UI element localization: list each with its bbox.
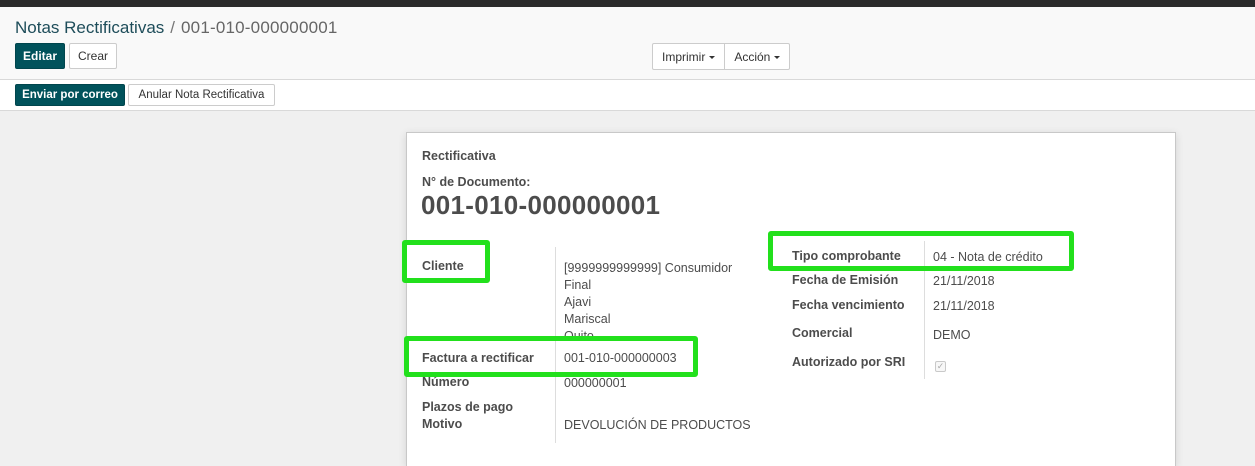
breadcrumb-separator: / [170, 18, 176, 37]
tipo-comprobante-value: 04 - Nota de crédito [933, 250, 1043, 264]
edit-button[interactable]: Editar [15, 43, 65, 69]
caret-down-icon [774, 56, 781, 59]
right-group-divider [924, 241, 925, 379]
comercial-label: Comercial [792, 326, 853, 340]
plazos-label: Plazos de pago [422, 400, 513, 414]
breadcrumb: Notas Rectificativas / 001-010-000000001 [15, 18, 338, 38]
factura-label: Factura a rectificar [422, 351, 534, 365]
print-dropdown[interactable]: Imprimir [653, 44, 724, 69]
send-email-button[interactable]: Enviar por correo [15, 84, 125, 106]
fecha-emision-value: 21/11/2018 [933, 274, 995, 288]
factura-value[interactable]: 001-010-000000003 [564, 351, 677, 365]
create-button[interactable]: Crear [69, 43, 117, 69]
autorizado-sri-checkbox: ✓ [935, 361, 946, 372]
motivo-label: Motivo [422, 417, 463, 431]
control-panel: Notas Rectificativas / 001-010-000000001 E… [0, 7, 1255, 80]
cliente-field: [9999999999999] Consumidor Final Ajavi M… [564, 260, 774, 338]
cliente-line: Quito [564, 329, 594, 338]
action-dropdown[interactable]: Acción [724, 44, 789, 69]
action-dropdown-label: Acción [734, 49, 771, 64]
fecha-vencimiento-label: Fecha vencimiento [792, 298, 905, 312]
cliente-address: [9999999999999] Consumidor Final Ajavi M… [564, 260, 732, 338]
cliente-line[interactable]: [9999999999999] Consumidor [564, 260, 732, 277]
print-dropdown-label: Imprimir [662, 49, 706, 64]
comercial-value[interactable]: DEMO [933, 328, 971, 342]
numero-value: 000000001 [564, 376, 627, 390]
cliente-label: Cliente [422, 259, 464, 273]
form-statusbar: Enviar por correo Anular Nota Rectificat… [0, 80, 1255, 111]
fecha-vencimiento-value: 21/11/2018 [933, 299, 995, 313]
print-action-group: Imprimir Acción [652, 43, 791, 70]
check-icon: ✓ [936, 361, 945, 371]
document-number: 001-010-000000001 [421, 190, 661, 220]
cancel-note-button[interactable]: Anular Nota Rectificativa [128, 84, 275, 106]
cliente-line: Ajavi [564, 295, 592, 309]
motivo-value: DEVOLUCIÓN DE PRODUCTOS [564, 418, 751, 432]
numero-label: Número [422, 375, 470, 389]
breadcrumb-parent-link[interactable]: Notas Rectificativas [15, 18, 164, 37]
autorizado-sri-label: Autorizado por SRI [792, 355, 906, 369]
left-group-divider [555, 247, 556, 443]
cliente-line: Final [564, 278, 592, 292]
document-number-label: N° de Documento: [422, 175, 531, 189]
breadcrumb-current: 001-010-000000001 [181, 18, 338, 37]
top-navbar [0, 0, 1255, 7]
form-type-label: Rectificativa [422, 149, 496, 163]
tipo-comprobante-label: Tipo comprobante [792, 249, 901, 263]
caret-down-icon [709, 56, 716, 59]
fecha-emision-label: Fecha de Emisión [792, 273, 899, 287]
form-sheet: Rectificativa N° de Documento: 001-010-0… [406, 132, 1176, 466]
cliente-line: Mariscal [564, 312, 611, 326]
